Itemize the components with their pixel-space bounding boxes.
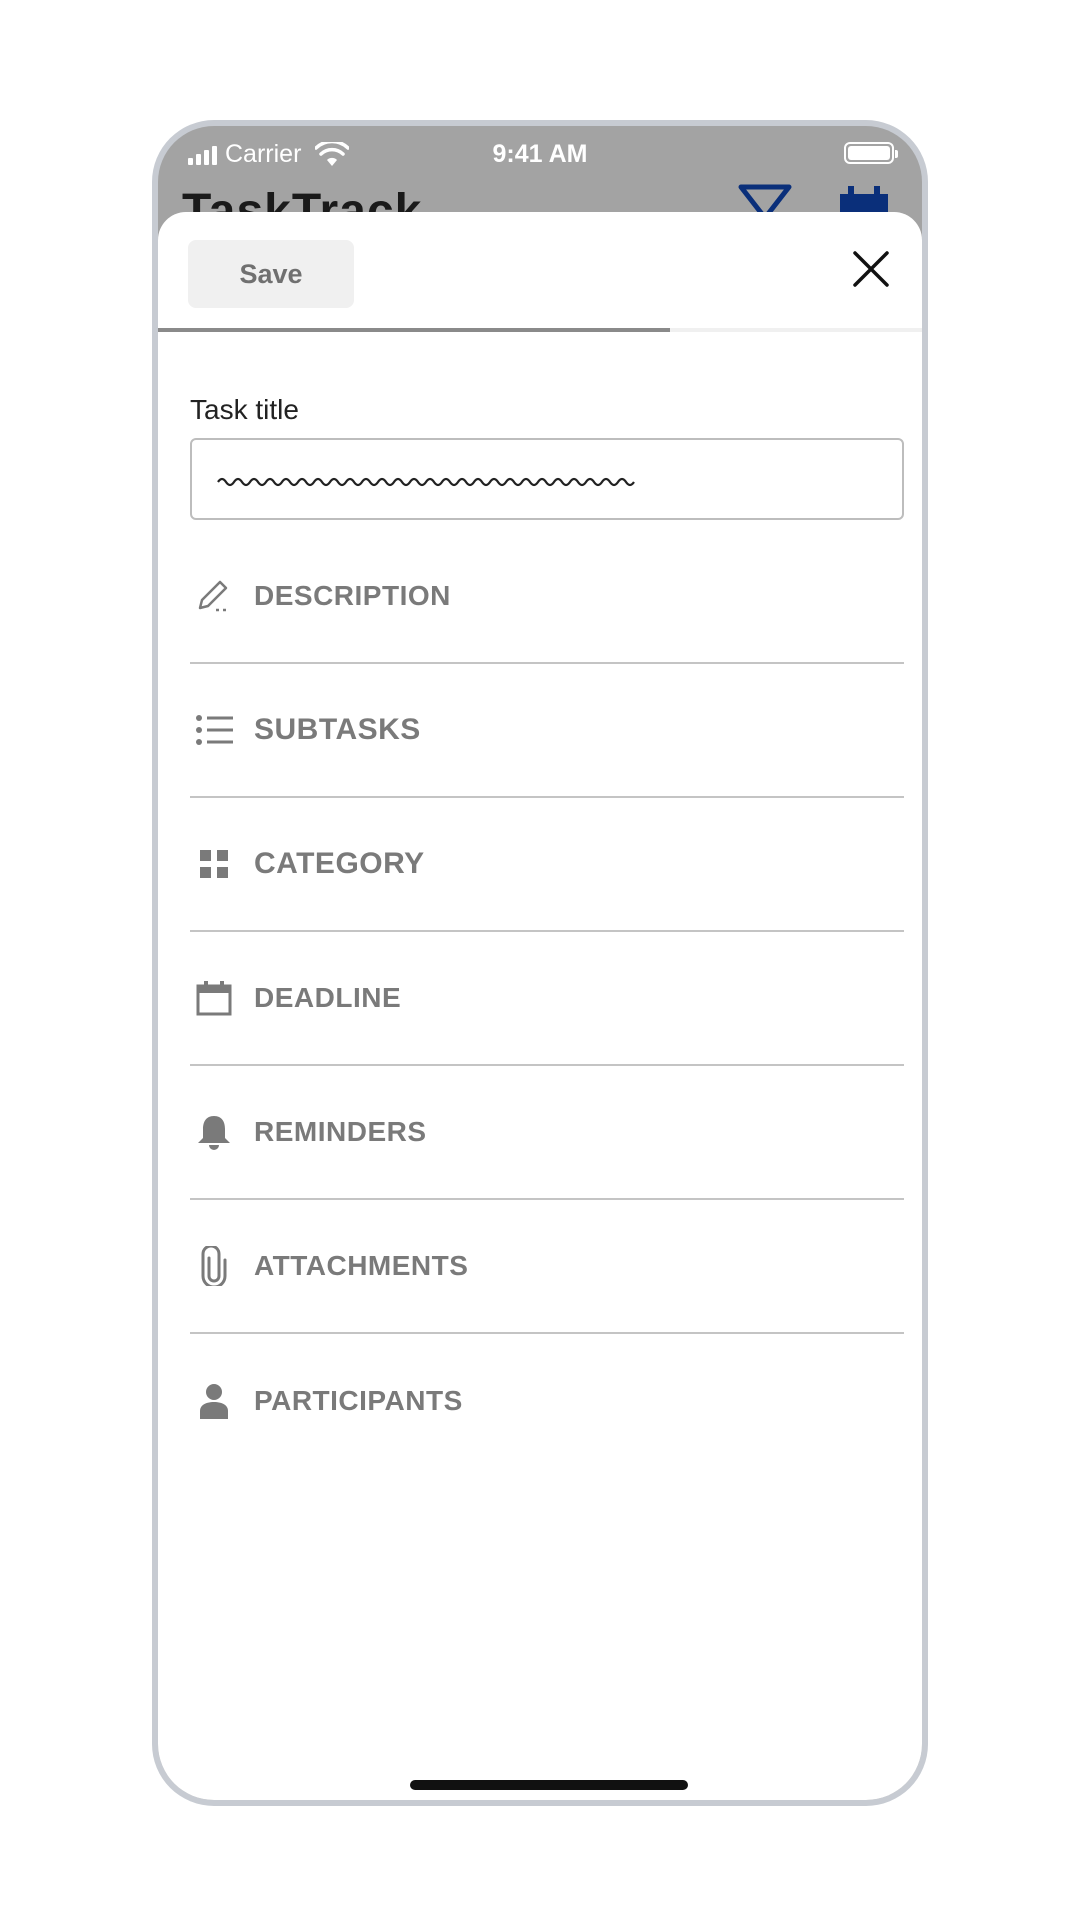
attachments-row[interactable]: ATTACHMENTS [190, 1200, 904, 1334]
category-row[interactable]: CATEGORY [190, 798, 904, 932]
category-label: CATEGORY [254, 847, 425, 880]
battery-icon [844, 142, 898, 164]
phone-frame: Carrier 9:41 AM TaskTrack [152, 120, 928, 1806]
grid-icon [194, 844, 234, 884]
reminders-row[interactable]: REMINDERS [190, 1066, 904, 1200]
new-task-sheet: Save Task title DESCRIPTION SUBTASKS CAT… [158, 212, 922, 1800]
close-icon [853, 251, 889, 287]
home-indicator[interactable] [410, 1780, 688, 1790]
participants-row[interactable]: PARTICIPANTS [190, 1334, 904, 1468]
handwritten-text [217, 477, 635, 487]
list-icon [194, 710, 234, 750]
status-time: 9:41 AM [492, 140, 588, 168]
close-button[interactable] [850, 248, 892, 290]
deadline-row[interactable]: DEADLINE [190, 932, 904, 1066]
task-title-input[interactable] [190, 438, 904, 520]
person-icon [194, 1381, 234, 1421]
task-options-list: DESCRIPTION SUBTASKS CATEGORY DEADLINE R… [190, 530, 904, 1468]
progress-fill [158, 328, 670, 332]
subtasks-row[interactable]: SUBTASKS [190, 664, 904, 798]
description-row[interactable]: DESCRIPTION [190, 530, 904, 664]
attachments-label: ATTACHMENTS [254, 1250, 469, 1281]
bell-icon [194, 1112, 234, 1152]
screen: Carrier 9:41 AM TaskTrack [158, 126, 922, 1800]
pencil-icon [194, 576, 234, 616]
calendar-icon [194, 978, 234, 1018]
task-title-label: Task title [190, 394, 299, 425]
participants-label: PARTICIPANTS [254, 1385, 463, 1416]
subtasks-label: SUBTASKS [254, 713, 421, 746]
deadline-label: DEADLINE [254, 982, 402, 1013]
reminders-label: REMINDERS [254, 1116, 427, 1147]
paperclip-icon [194, 1246, 234, 1286]
progress-bar [158, 328, 922, 332]
description-label: DESCRIPTION [254, 580, 451, 611]
save-button[interactable]: Save [188, 240, 354, 308]
